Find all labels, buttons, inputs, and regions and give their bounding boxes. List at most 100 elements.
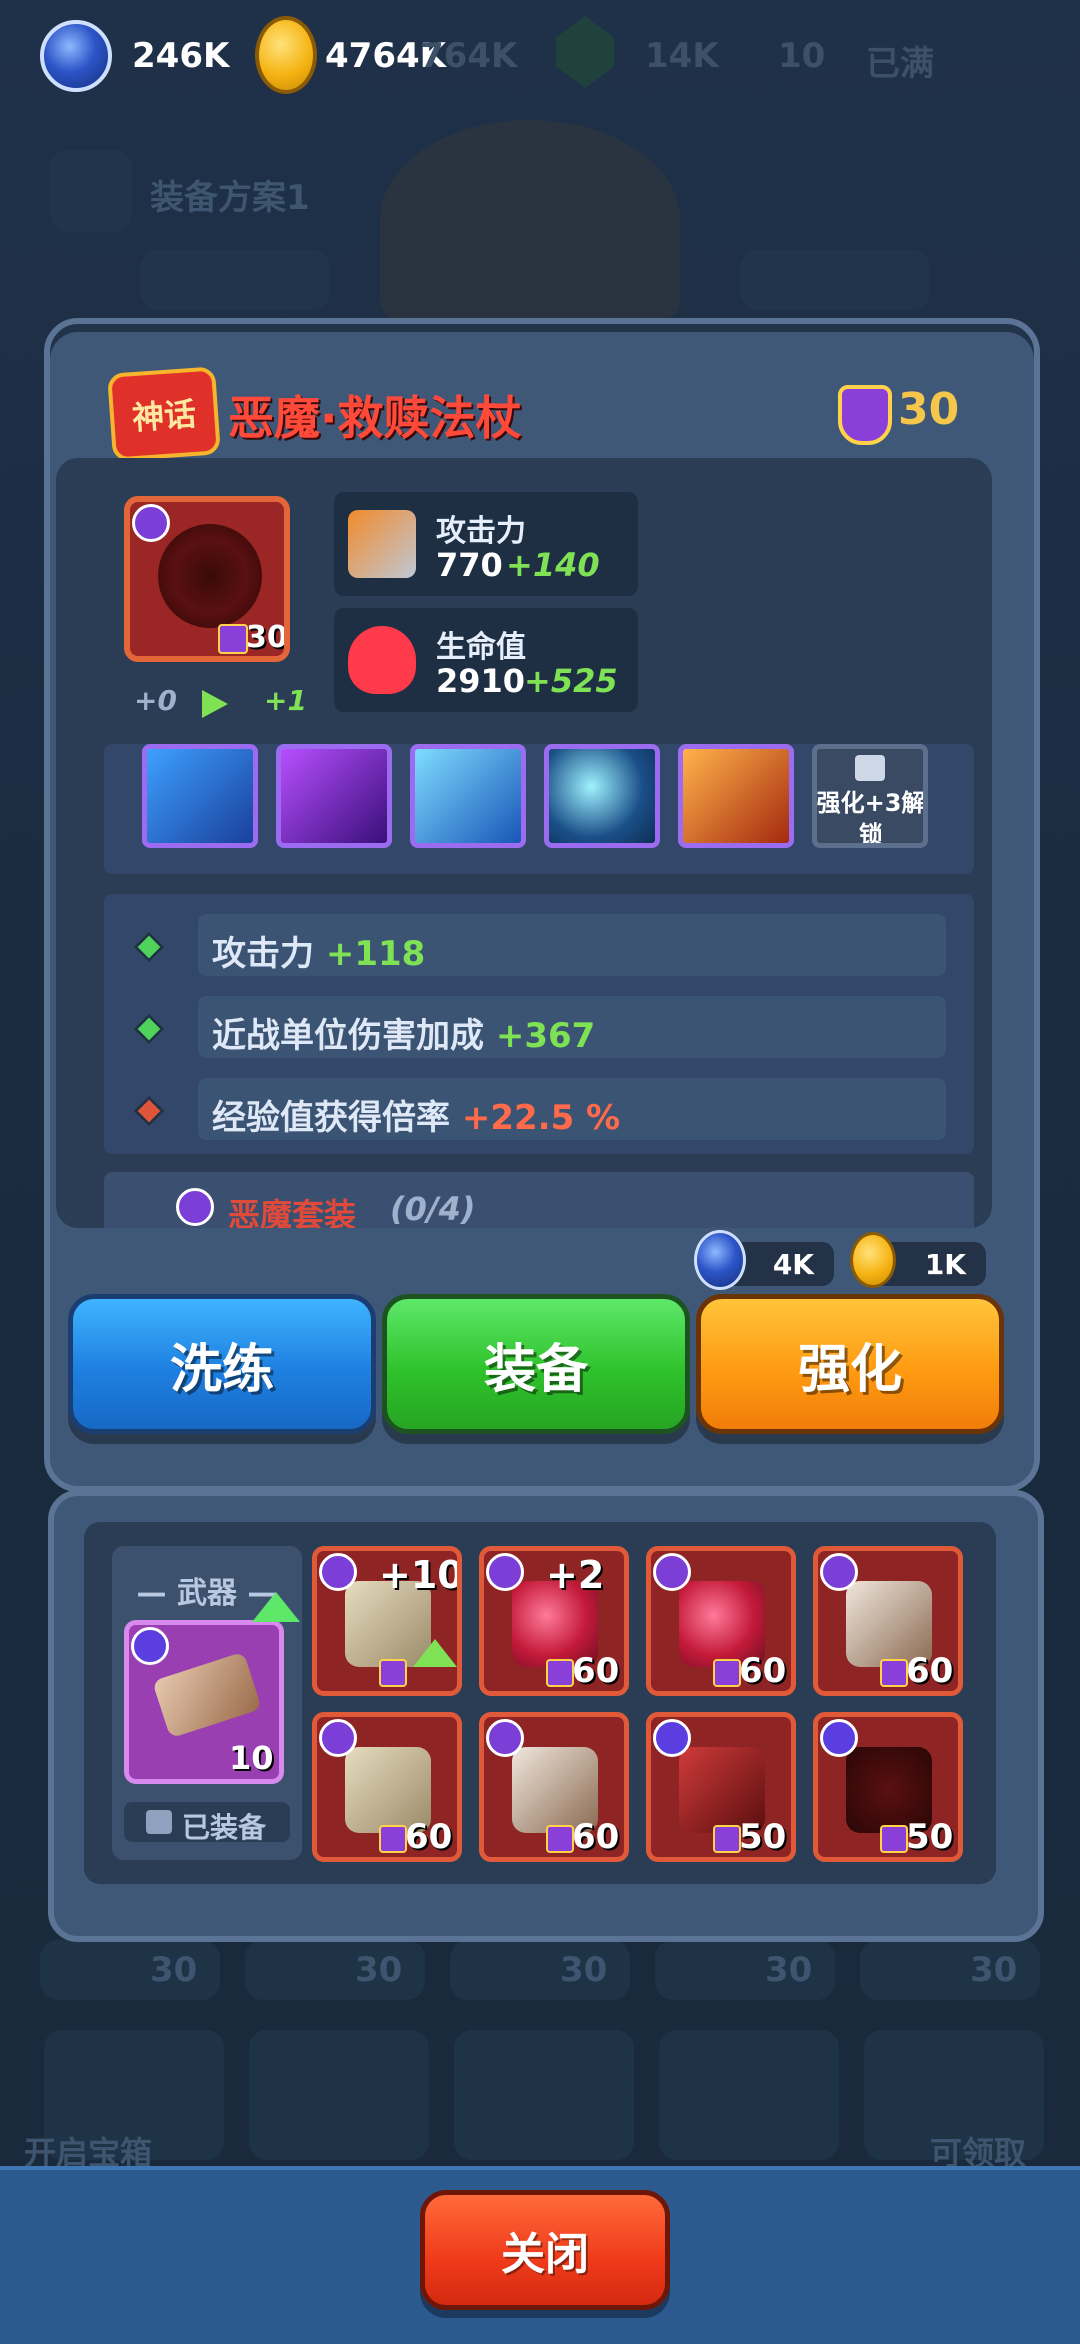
skill-dark-staff-icon[interactable] (276, 744, 392, 848)
attribute-row: 经验值获得倍率 +22.5 % (198, 1078, 946, 1140)
attr-value: +22.5 % (461, 1098, 621, 1138)
bg-menu-button (50, 150, 132, 232)
upgrade-to: +1 (264, 684, 307, 717)
skill-orb-icon[interactable] (544, 744, 660, 848)
essence-orb-icon (694, 1230, 746, 1290)
inventory-item[interactable]: 60 (479, 1712, 629, 1862)
crown-icon (546, 1659, 574, 1687)
close-button[interactable]: 关闭 (420, 2190, 670, 2310)
locked-skill[interactable]: 强化+3解锁 (812, 744, 928, 848)
demon-badge-icon (319, 1553, 357, 1591)
crown-icon (880, 1659, 908, 1687)
inventory-item[interactable]: +10 (312, 1546, 462, 1696)
dim-value: 已满 (866, 44, 934, 84)
stat-bonus: +140 (506, 546, 600, 584)
required-level: 30 (898, 384, 960, 435)
inventory-item[interactable]: 50 (813, 1712, 963, 1862)
demon-badge-icon (132, 504, 170, 542)
equipped-item-card[interactable]: 10 (124, 1620, 284, 1784)
attr-name: 近战单位伤害加成 (212, 1016, 484, 1056)
stat-label: 攻击力 (436, 514, 526, 549)
set-progress: (0/4) (390, 1190, 476, 1228)
skill-ice-spear-icon[interactable] (410, 744, 526, 848)
crown-icon (713, 1825, 741, 1853)
gold-coin-icon (850, 1232, 896, 1288)
upgrade-available-arrow-icon (252, 1592, 300, 1622)
lightning-badge-icon (653, 1719, 691, 1757)
anchor-badge-icon (131, 1627, 169, 1665)
demon-badge-icon (820, 1553, 858, 1591)
item-plus-level: +2 (546, 1553, 605, 1597)
item-plus-level: +10 (379, 1553, 462, 1597)
item-level: 60 (572, 1817, 620, 1857)
item-level: 60 (906, 1651, 954, 1691)
crown-icon (546, 1825, 574, 1853)
attr-name: 经验值获得倍率 (212, 1098, 450, 1138)
inventory-item[interactable]: 60 (813, 1546, 963, 1696)
dim-value: 764K (420, 36, 518, 76)
skill-comet-icon[interactable] (142, 744, 258, 848)
upgrade-from: +0 (134, 684, 177, 717)
lightning-badge-icon (820, 1719, 858, 1757)
set-name: 恶魔套装 (228, 1196, 357, 1228)
equipped-label: 已装备 (182, 1811, 267, 1844)
crown-icon (379, 1659, 407, 1687)
card-level: 30 (246, 620, 288, 655)
lock-icon (855, 755, 885, 781)
attribute-row: 攻击力 +118 (198, 914, 946, 976)
bg-grid-row-2 (44, 2030, 1044, 2160)
inventory-grid: +10 +2 60 60 60 60 60 50 50 (312, 1546, 982, 1866)
bg-hero-portrait (380, 120, 680, 320)
upgrade-arrow-icon (413, 1639, 457, 1667)
crown-icon (713, 1659, 741, 1687)
set-bonus-row: 恶魔套装 (0/4) (104, 1172, 974, 1228)
inventory-item[interactable]: +2 60 (479, 1546, 629, 1696)
attr-value: +118 (325, 934, 426, 974)
attribute-row: 近战单位伤害加成 +367 (198, 996, 946, 1058)
gold-coin-icon (255, 16, 317, 94)
skill-burst-icon[interactable] (678, 744, 794, 848)
sword-icon (348, 510, 416, 578)
mace-icon (158, 524, 262, 628)
equip-button[interactable]: 装备 (382, 1294, 690, 1434)
essence-amount: 246K (132, 36, 230, 76)
card-crown-icon (218, 624, 248, 654)
stat-value: 770 (436, 546, 503, 584)
attack-stat: 攻击力 770 +140 (334, 492, 638, 596)
bg-plan-label: 装备方案1 (150, 178, 310, 218)
shirt-icon (146, 1810, 172, 1834)
inventory-item[interactable]: 60 (312, 1712, 462, 1862)
inventory-item[interactable]: 60 (646, 1546, 796, 1696)
dim-value: 10 (778, 36, 826, 76)
level-shield-icon (838, 385, 892, 445)
crown-icon (880, 1825, 908, 1853)
reroll-button[interactable]: 洗练 (68, 1294, 376, 1434)
demon-badge-icon (486, 1719, 524, 1757)
equipped-level: 10 (229, 1739, 274, 1777)
inventory-item[interactable]: 50 (646, 1712, 796, 1862)
attr-value: +367 (495, 1016, 596, 1056)
essence-orb-icon (40, 20, 112, 92)
demon-badge-icon (486, 1553, 524, 1591)
weapon-slot: — 武器 — 10 已装备 (112, 1546, 302, 1860)
upgrade-arrow-icon (202, 690, 228, 718)
bg-grid-row: 30 30 30 30 30 (40, 1940, 1040, 2010)
item-level: 50 (906, 1817, 954, 1857)
item-level: 60 (572, 1651, 620, 1691)
heart-icon (348, 626, 416, 694)
enhance-button[interactable]: 强化 (696, 1294, 1004, 1434)
stat-bonus: +525 (524, 662, 618, 700)
bg-slot (140, 250, 330, 310)
stat-label: 生命值 (436, 630, 526, 665)
gem-icon (556, 16, 614, 88)
demon-badge-icon (319, 1719, 357, 1757)
dim-value: 14K (645, 36, 719, 76)
item-card[interactable]: 30 (124, 496, 290, 662)
equipped-badge: 已装备 (124, 1802, 290, 1844)
item-level: 50 (739, 1817, 787, 1857)
locked-skill-text: 强化+3解锁 (816, 789, 926, 848)
top-currency-bar: 246K 4764K 764K 14K 10 已满 (0, 0, 1080, 110)
item-name: 恶魔·救赎法杖 (228, 391, 522, 445)
health-stat: 生命值 2910 +525 (334, 608, 638, 712)
item-level: 60 (405, 1817, 453, 1857)
